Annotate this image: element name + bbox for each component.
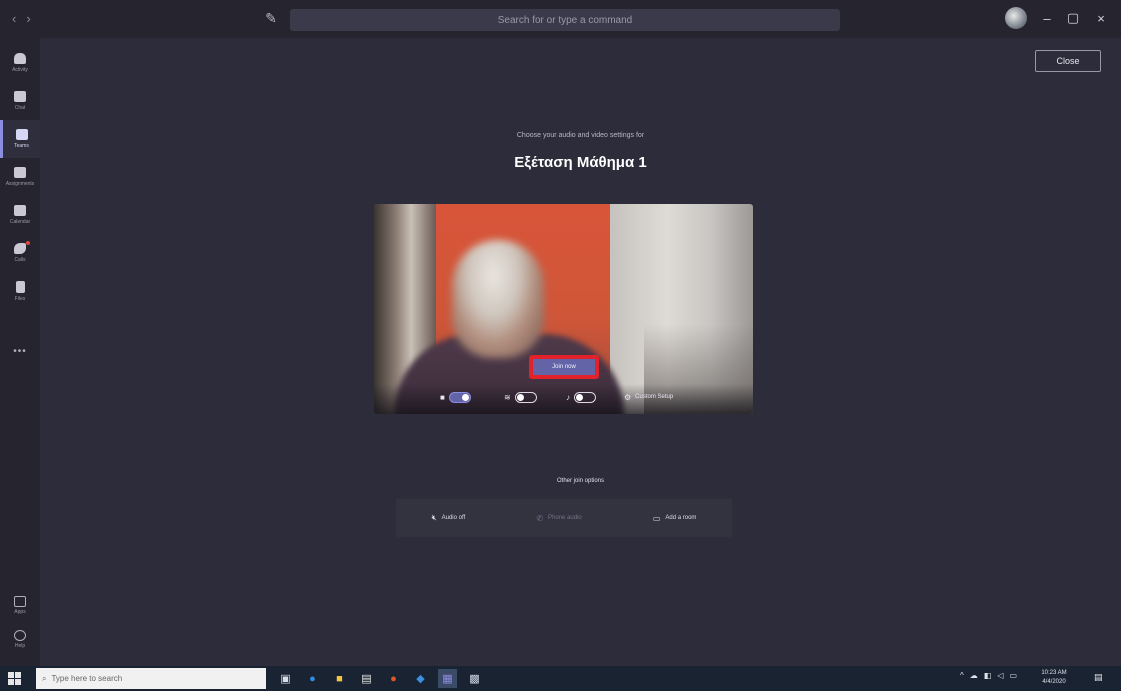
- rail-item-apps[interactable]: Apps: [0, 596, 40, 615]
- more-apps-icon[interactable]: •••: [0, 346, 40, 357]
- audio-off-option[interactable]: 🔇︎ Audio off: [432, 513, 466, 523]
- blur-control: ≋: [504, 390, 537, 404]
- rail-item-calendar[interactable]: Calendar: [0, 196, 40, 234]
- toggle-knob: [576, 393, 583, 401]
- rail-item-chat[interactable]: Chat: [0, 82, 40, 120]
- avatar[interactable]: [1005, 7, 1027, 29]
- blur-toggle[interactable]: [514, 391, 537, 403]
- rail-item-label: Chat: [14, 105, 26, 111]
- rail-item-label: Assignments: [5, 181, 35, 187]
- notification-center-icon[interactable]: ▤: [1094, 672, 1108, 684]
- office-icon[interactable]: ●: [384, 669, 403, 688]
- video-preview: Join now ■ ≋ ♪ ⚙ Custom Setup: [374, 204, 753, 414]
- taskbar-clock[interactable]: 10:23 AM 4/4/2020: [1032, 669, 1076, 687]
- rail-item-files[interactable]: Files: [0, 272, 40, 310]
- other-join-options-heading: Other join options: [556, 478, 605, 484]
- rail-item-assignments[interactable]: Assignments: [0, 158, 40, 196]
- microphone-icon: ♪: [566, 392, 570, 402]
- close-window-icon[interactable]: ×: [1091, 9, 1111, 27]
- apps-icon: [14, 596, 26, 607]
- volume-icon[interactable]: ◁: [997, 671, 1003, 680]
- rail-item-label: Calls: [14, 257, 26, 263]
- meeting-title: Εξέταση Μάθημα 1: [514, 154, 647, 171]
- toggle-knob: [461, 393, 469, 401]
- task-view-icon[interactable]: ▣: [276, 669, 295, 688]
- edge-icon[interactable]: ●: [303, 669, 322, 688]
- mail-icon[interactable]: ◆: [411, 669, 430, 688]
- taskbar-search-placeholder: Type here to search: [51, 674, 123, 683]
- maximize-icon[interactable]: ▢: [1063, 9, 1083, 27]
- rail-item-label: Files: [14, 295, 26, 302]
- teams-icon: [15, 129, 28, 140]
- rail-item-label: Calendar: [9, 219, 31, 225]
- keyboard-icon[interactable]: ▭: [1009, 671, 1017, 680]
- phone-audio-option[interactable]: ✆ Phone audio: [536, 514, 581, 523]
- app-taskbar-icon[interactable]: ▩: [465, 669, 484, 688]
- file-icon: [15, 280, 25, 293]
- teams-window: ‹ › ✎ Search for or type a command – ▢ ×…: [0, 0, 1121, 691]
- forward-arrow-icon[interactable]: ›: [26, 11, 30, 26]
- mic-toggle[interactable]: [574, 391, 596, 403]
- gear-icon: ⚙: [624, 392, 632, 402]
- device-settings-button[interactable]: ⚙ Custom Setup: [624, 390, 673, 404]
- add-room-option[interactable]: ▭ Add a room: [653, 514, 697, 523]
- notification-badge: [26, 241, 30, 245]
- assignments-icon: [14, 167, 26, 178]
- camera-toggle[interactable]: [448, 391, 471, 403]
- other-join-options: 🔇︎ Audio off ✆ Phone audio ▭ Add a room: [396, 499, 732, 537]
- rail-item-calls[interactable]: Calls: [0, 234, 40, 272]
- person-head: [452, 240, 544, 358]
- close-button[interactable]: Close: [1035, 50, 1101, 72]
- chat-icon: [14, 91, 26, 102]
- background-blur-icon: ≋: [504, 392, 511, 402]
- nav-arrows: ‹ ›: [12, 11, 31, 26]
- audio-off-label: Audio off: [441, 515, 466, 521]
- controls-gradient: [374, 384, 753, 414]
- back-arrow-icon[interactable]: ‹: [12, 11, 16, 26]
- calendar-icon: [14, 205, 26, 216]
- rail-item-label: Activity: [12, 67, 28, 73]
- add-room-label: Add a room: [665, 515, 697, 521]
- windows-taskbar: ⌕ Type here to search ▣ ● ■ ▤ ● ◆ ▦ ▩ ^ …: [0, 666, 1121, 691]
- phone-icon: ✆: [536, 513, 544, 523]
- phone-audio-label: Phone audio: [548, 515, 582, 521]
- chevron-up-icon[interactable]: ^: [960, 671, 964, 680]
- system-tray: ^ ☁ ◧ ◁ ▭: [960, 671, 1017, 680]
- clock-time: 10:23 AM: [1041, 670, 1067, 676]
- taskbar-pinned-apps: ▣ ● ■ ▤ ● ◆ ▦ ▩: [276, 669, 484, 688]
- rail-item-teams[interactable]: Teams: [0, 120, 40, 158]
- help-icon: [14, 630, 26, 641]
- new-chat-icon[interactable]: ✎: [262, 9, 280, 27]
- device-settings-label: Custom Setup: [635, 394, 674, 400]
- camera-control: ■: [440, 390, 471, 404]
- rail-item-label: Teams: [14, 143, 29, 149]
- rail-item-label: Help: [14, 643, 26, 649]
- rail-item-activity[interactable]: Activity: [0, 44, 40, 82]
- rail-item-label: Apps: [14, 609, 26, 615]
- join-now-button[interactable]: Join now: [529, 355, 599, 379]
- clock-date: 4/4/2020: [1042, 679, 1066, 685]
- network-icon[interactable]: ◧: [984, 671, 992, 680]
- mic-control: ♪: [566, 390, 596, 404]
- teams-taskbar-icon[interactable]: ▦: [438, 669, 457, 688]
- speaker-off-icon: 🔇︎: [431, 513, 437, 522]
- search-icon: ⌕: [42, 673, 47, 683]
- settings-subtitle: Choose your audio and video settings for: [516, 132, 645, 139]
- title-bar: ‹ › ✎ Search for or type a command – ▢ ×: [0, 0, 1121, 38]
- store-icon[interactable]: ▤: [357, 669, 376, 688]
- camera-icon: ■: [440, 392, 445, 402]
- cloud-icon[interactable]: ☁: [970, 671, 978, 680]
- room-icon: ▭: [652, 513, 661, 523]
- phone-icon: [14, 243, 26, 254]
- minimize-icon[interactable]: –: [1037, 9, 1057, 27]
- rail-item-help[interactable]: Help: [0, 630, 40, 649]
- app-rail: Activity Chat Teams Assignments Calendar…: [0, 38, 40, 666]
- file-explorer-icon[interactable]: ■: [330, 669, 349, 688]
- toggle-knob: [516, 393, 524, 401]
- pre-join-screen: Close Choose your audio and video settin…: [40, 38, 1121, 666]
- bell-icon: [14, 53, 26, 64]
- windows-start-icon[interactable]: [8, 672, 21, 685]
- taskbar-search-input[interactable]: ⌕ Type here to search: [36, 668, 266, 689]
- search-input[interactable]: Search for or type a command: [290, 9, 840, 31]
